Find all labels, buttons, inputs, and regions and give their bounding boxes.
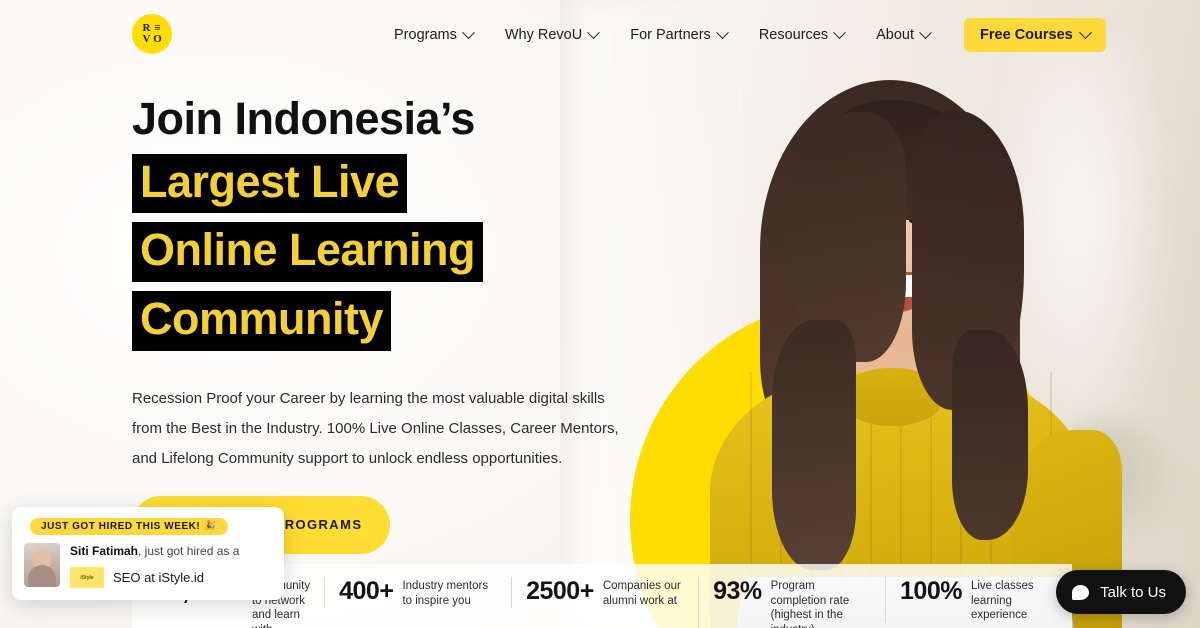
nav-label-why-revou: Why RevoU bbox=[504, 27, 583, 43]
nav-item-for-partners[interactable]: For Partners bbox=[614, 19, 743, 51]
hero-paragraph: Recession Proof your Career by learning … bbox=[132, 389, 619, 467]
toast-message-line: Siti Fatimah, just got hired as a bbox=[70, 544, 272, 560]
stat-label: Program completion rate (highest in the … bbox=[770, 580, 850, 628]
top-navigation-bar: R ≡ V O Programs Why RevoU For Partners … bbox=[0, 0, 1200, 66]
hero-copy: Join Indonesia’s Largest Live Online Lea… bbox=[132, 93, 632, 554]
stat-item: 400+ Industry mentors to inspire you bbox=[324, 577, 511, 609]
headline-highlight-1: Largest Live bbox=[132, 153, 408, 214]
stat-item: 2500+ Companies our alumni work at bbox=[511, 577, 698, 609]
nav-label-resources: Resources bbox=[758, 27, 829, 43]
toast-person-name: Siti Fatimah bbox=[70, 544, 139, 559]
nav-links: Programs Why RevoU For Partners Resource… bbox=[378, 18, 1106, 52]
stat-item: 93% Program completion rate (highest in … bbox=[698, 577, 885, 628]
toast-text: Siti Fatimah, just got hired as a iStyle… bbox=[70, 543, 272, 588]
stat-number: 2500+ bbox=[526, 577, 594, 605]
nav-label-programs: Programs bbox=[394, 27, 457, 43]
toast-badge: JUST GOT HIRED THIS WEEK! 🎉 bbox=[30, 518, 228, 536]
stat-number: 400+ bbox=[339, 577, 394, 605]
chevron-down-icon bbox=[461, 25, 475, 39]
company-logo: iStyle bbox=[70, 567, 104, 588]
chat-bubble-icon bbox=[1072, 584, 1090, 600]
nav-item-about[interactable]: About bbox=[860, 19, 946, 51]
nav-label-for-partners: For Partners bbox=[630, 27, 711, 43]
hero-image bbox=[560, 0, 1200, 628]
stat-item: 100% Live classes learning experience bbox=[885, 577, 1072, 624]
hired-notification-toast[interactable]: JUST GOT HIRED THIS WEEK! 🎉 Siti Fatimah… bbox=[12, 507, 284, 600]
avatar bbox=[24, 543, 60, 588]
toast-message: , just got hired as a bbox=[138, 544, 240, 559]
nav-item-resources[interactable]: Resources bbox=[743, 19, 860, 51]
stat-label: Live classes learning experience bbox=[970, 580, 1034, 622]
stat-label: Companies our alumni work at bbox=[602, 580, 681, 607]
page-title: Join Indonesia’s bbox=[132, 93, 475, 144]
toast-role-line: iStyle SEO at iStyle.id bbox=[70, 567, 272, 588]
logo-mark: R ≡ V O bbox=[141, 23, 163, 45]
nav-item-programs[interactable]: Programs bbox=[378, 19, 489, 51]
logo-letter-v: V bbox=[142, 33, 151, 45]
logo-letter-o: O bbox=[153, 33, 162, 45]
nav-item-why-revou[interactable]: Why RevoU bbox=[489, 19, 614, 51]
revou-logo[interactable]: R ≡ V O bbox=[132, 14, 172, 54]
free-courses-label: Free Courses bbox=[980, 27, 1073, 43]
free-courses-button[interactable]: Free Courses bbox=[964, 18, 1106, 52]
nav-label-about: About bbox=[876, 27, 915, 43]
toast-role: SEO at iStyle.id bbox=[113, 570, 205, 585]
chevron-down-icon bbox=[919, 25, 932, 39]
stat-number: 93% bbox=[713, 577, 762, 605]
chevron-down-icon bbox=[833, 25, 846, 39]
toast-body: Siti Fatimah, just got hired as a iStyle… bbox=[24, 543, 272, 588]
headline-highlight-row-1: Largest Live bbox=[132, 153, 632, 214]
chevron-down-icon bbox=[587, 25, 601, 39]
chat-label: Talk to Us bbox=[1100, 583, 1166, 601]
landing-page: R ≡ V O Programs Why RevoU For Partners … bbox=[0, 0, 1200, 628]
stat-number: 100% bbox=[900, 577, 962, 605]
chevron-down-icon bbox=[1078, 25, 1092, 39]
headline-highlight-3: Community bbox=[132, 290, 391, 351]
stat-label: Industry mentors to inspire you bbox=[402, 580, 489, 607]
hero-person-illustration bbox=[560, 0, 1200, 628]
headline-highlight-row-3: Community bbox=[132, 290, 632, 351]
talk-to-us-button[interactable]: Talk to Us bbox=[1056, 570, 1186, 614]
chevron-down-icon bbox=[715, 25, 729, 39]
headline-highlight-row-2: Online Learning bbox=[132, 222, 632, 282]
headline-highlight-2: Online Learning bbox=[132, 222, 484, 282]
